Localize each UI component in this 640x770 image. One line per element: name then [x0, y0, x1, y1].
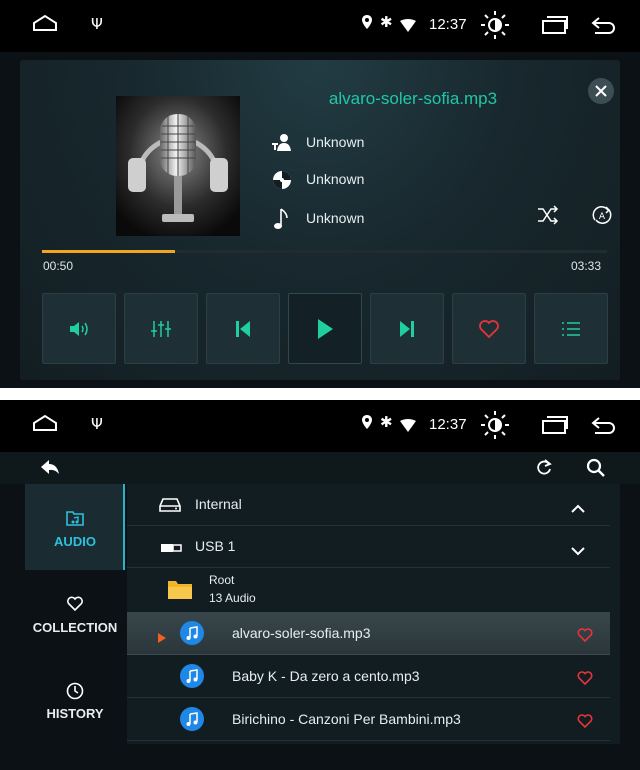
back-icon[interactable]: [591, 16, 617, 38]
track-name: alvaro-soler-sofia.mp3: [232, 625, 371, 641]
screen-separator: [0, 388, 640, 400]
tab-history[interactable]: HISTORY: [25, 656, 125, 742]
favorite-heart-icon[interactable]: [577, 713, 593, 732]
audio-file-icon: [180, 707, 204, 731]
folder-count: 13 Audio: [209, 591, 256, 605]
equalizer-button[interactable]: [124, 293, 198, 364]
clock-icon: [66, 682, 84, 704]
music-folder-icon: [66, 510, 84, 530]
play-button[interactable]: [288, 293, 362, 364]
tab-collection[interactable]: COLLECTION: [25, 570, 125, 656]
shuffle-icon[interactable]: [537, 205, 559, 229]
previous-button[interactable]: [206, 293, 280, 364]
favorite-heart-icon[interactable]: [577, 670, 593, 689]
refresh-icon[interactable]: [535, 459, 553, 481]
brightness-icon[interactable]: [480, 410, 510, 444]
audio-file-icon: [180, 664, 204, 688]
back-icon[interactable]: [591, 416, 617, 438]
next-button[interactable]: [370, 293, 444, 364]
usb-icon: Ψ: [91, 15, 103, 33]
album-cover: [116, 96, 240, 236]
song-title: alvaro-soler-sofia.mp3: [328, 89, 498, 108]
now-playing-screen: Ψ ✱ 12:37 alvaro-soler-sofia.mp3 Unknown…: [0, 0, 640, 388]
library-toolbar: [0, 452, 640, 484]
album-name: Unknown: [306, 171, 365, 187]
usb-drive-icon: [159, 539, 183, 558]
recents-icon[interactable]: [541, 15, 569, 39]
repeat-all-icon[interactable]: A: [591, 205, 613, 229]
home-icon[interactable]: [32, 14, 58, 36]
artist-icon: [270, 131, 294, 155]
hard-drive-icon: [159, 497, 181, 516]
wifi-icon: [400, 417, 416, 436]
library-screen: Ψ ✱ 12:37 AUDIO COLLECTION HISTORY Inter…: [0, 400, 640, 770]
status-time: 12:37: [429, 16, 467, 33]
track-row[interactable]: Birichino - Canzoni Per Bambini.mp3: [127, 698, 610, 741]
playlist-button[interactable]: [534, 293, 608, 364]
heart-icon: [479, 319, 499, 338]
chevron-up-icon[interactable]: [571, 499, 585, 518]
current-time: 00:50: [43, 259, 74, 273]
total-time: 03:33: [571, 259, 602, 273]
location-icon: [361, 414, 373, 434]
artist-name: Unknown: [306, 134, 365, 150]
tab-audio-label: AUDIO: [54, 534, 96, 549]
folder-root[interactable]: Root 13 Audio: [127, 569, 610, 612]
search-icon[interactable]: [586, 458, 606, 482]
status-bar: Ψ ✱ 12:37: [0, 0, 640, 52]
track-row[interactable]: Baby K - Da zero a cento.mp3: [127, 655, 610, 698]
folder-icon: [167, 578, 193, 604]
status-bar: Ψ ✱ 12:37: [0, 400, 640, 452]
equalizer-icon: [151, 320, 171, 337]
drive-internal[interactable]: Internal: [127, 484, 610, 526]
genre-name: Unknown: [306, 210, 365, 226]
drive-usb[interactable]: USB 1: [127, 526, 610, 568]
volume-button[interactable]: [42, 293, 116, 364]
location-icon: [361, 14, 373, 34]
drive-internal-label: Internal: [195, 496, 242, 512]
heart-icon: [66, 596, 84, 616]
music-note-icon: [270, 207, 294, 231]
track-name: Baby K - Da zero a cento.mp3: [232, 668, 420, 684]
bottom-bar: [0, 744, 640, 770]
bluetooth-icon: ✱: [380, 13, 393, 31]
tab-collection-label: COLLECTION: [32, 620, 118, 635]
wifi-icon: [400, 17, 416, 36]
progress-bar[interactable]: [42, 250, 607, 253]
svg-text:A: A: [599, 212, 606, 222]
chevron-down-icon[interactable]: [571, 541, 585, 560]
close-button[interactable]: [588, 78, 614, 104]
track-row[interactable]: alvaro-soler-sofia.mp3: [127, 612, 610, 655]
usb-icon: Ψ: [91, 415, 103, 433]
volume-icon: [70, 321, 88, 336]
next-icon: [400, 320, 414, 337]
favorite-button[interactable]: [452, 293, 526, 364]
drive-usb-label: USB 1: [195, 538, 236, 554]
now-playing-indicator-icon: [158, 628, 166, 647]
favorite-heart-icon[interactable]: [577, 627, 593, 646]
previous-icon: [236, 320, 250, 337]
status-time: 12:37: [429, 416, 467, 433]
back-arrow-icon[interactable]: [40, 459, 60, 481]
brightness-icon[interactable]: [480, 10, 510, 44]
audio-file-icon: [180, 621, 204, 645]
file-browser: Internal USB 1 Root 13 Audio alvaro-sole…: [127, 484, 620, 744]
bluetooth-icon: ✱: [380, 413, 393, 431]
tab-history-label: HISTORY: [46, 706, 104, 721]
home-icon[interactable]: [32, 414, 58, 436]
album-icon: [270, 168, 294, 192]
playlist-icon: [562, 321, 580, 336]
library-sidebar: AUDIO COLLECTION HISTORY: [25, 484, 125, 744]
play-icon: [318, 318, 333, 339]
track-name: Birichino - Canzoni Per Bambini.mp3: [232, 711, 461, 727]
recents-icon[interactable]: [541, 415, 569, 439]
folder-name: Root: [209, 573, 235, 587]
tab-audio[interactable]: AUDIO: [25, 484, 125, 570]
progress-fill: [42, 250, 175, 253]
